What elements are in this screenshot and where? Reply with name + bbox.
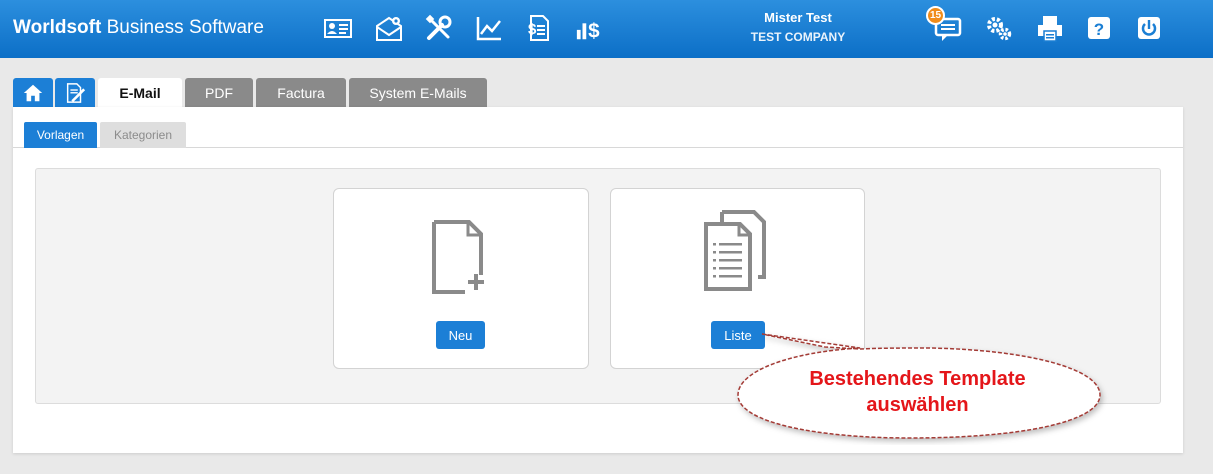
tab-factura[interactable]: Factura: [256, 78, 346, 108]
user-name: Mister Test: [764, 10, 832, 25]
notification-badge: 15: [926, 6, 945, 25]
svg-text:?: ?: [1094, 20, 1104, 39]
svg-text:$: $: [588, 19, 600, 42]
tools-icon[interactable]: [422, 11, 456, 45]
svg-text:$: $: [528, 21, 537, 38]
top-bar: Worldsoft Business Software $ $ Mister T…: [0, 0, 1213, 58]
contact-card-icon[interactable]: [321, 11, 355, 45]
tab-email[interactable]: E-Mail: [98, 78, 182, 108]
new-document-icon: [432, 220, 484, 294]
tab-pdf[interactable]: PDF: [185, 78, 253, 108]
gears-icon[interactable]: [982, 11, 1016, 45]
home-icon: [23, 84, 43, 102]
subtab-vorlagen[interactable]: Vorlagen: [24, 122, 97, 148]
finance-icon[interactable]: $: [572, 11, 608, 45]
new-template-card: Neu: [333, 188, 589, 369]
app-brand: Worldsoft Business Software: [13, 17, 264, 38]
template-edit-tab[interactable]: [55, 78, 95, 108]
chart-icon[interactable]: [472, 11, 506, 45]
tab-system-emails[interactable]: System E-Mails: [349, 78, 487, 108]
document-list-icon: [703, 210, 766, 291]
template-edit-icon: [66, 83, 86, 103]
company-name: TEST COMPANY: [750, 30, 846, 44]
invoice-icon[interactable]: $: [521, 11, 555, 45]
mail-settings-icon[interactable]: [372, 11, 406, 45]
callout-text: Bestehendes Template auswählen: [809, 368, 1026, 416]
subtab-kategorien[interactable]: Kategorien: [100, 122, 186, 148]
new-button[interactable]: Neu: [436, 321, 485, 349]
printer-icon[interactable]: [1033, 11, 1067, 45]
home-tab[interactable]: [13, 78, 53, 108]
user-info[interactable]: Mister Test TEST COMPANY: [720, 10, 876, 44]
power-icon[interactable]: [1132, 11, 1166, 45]
subtabs-divider: [13, 147, 1183, 148]
help-icon[interactable]: ?: [1082, 11, 1116, 45]
